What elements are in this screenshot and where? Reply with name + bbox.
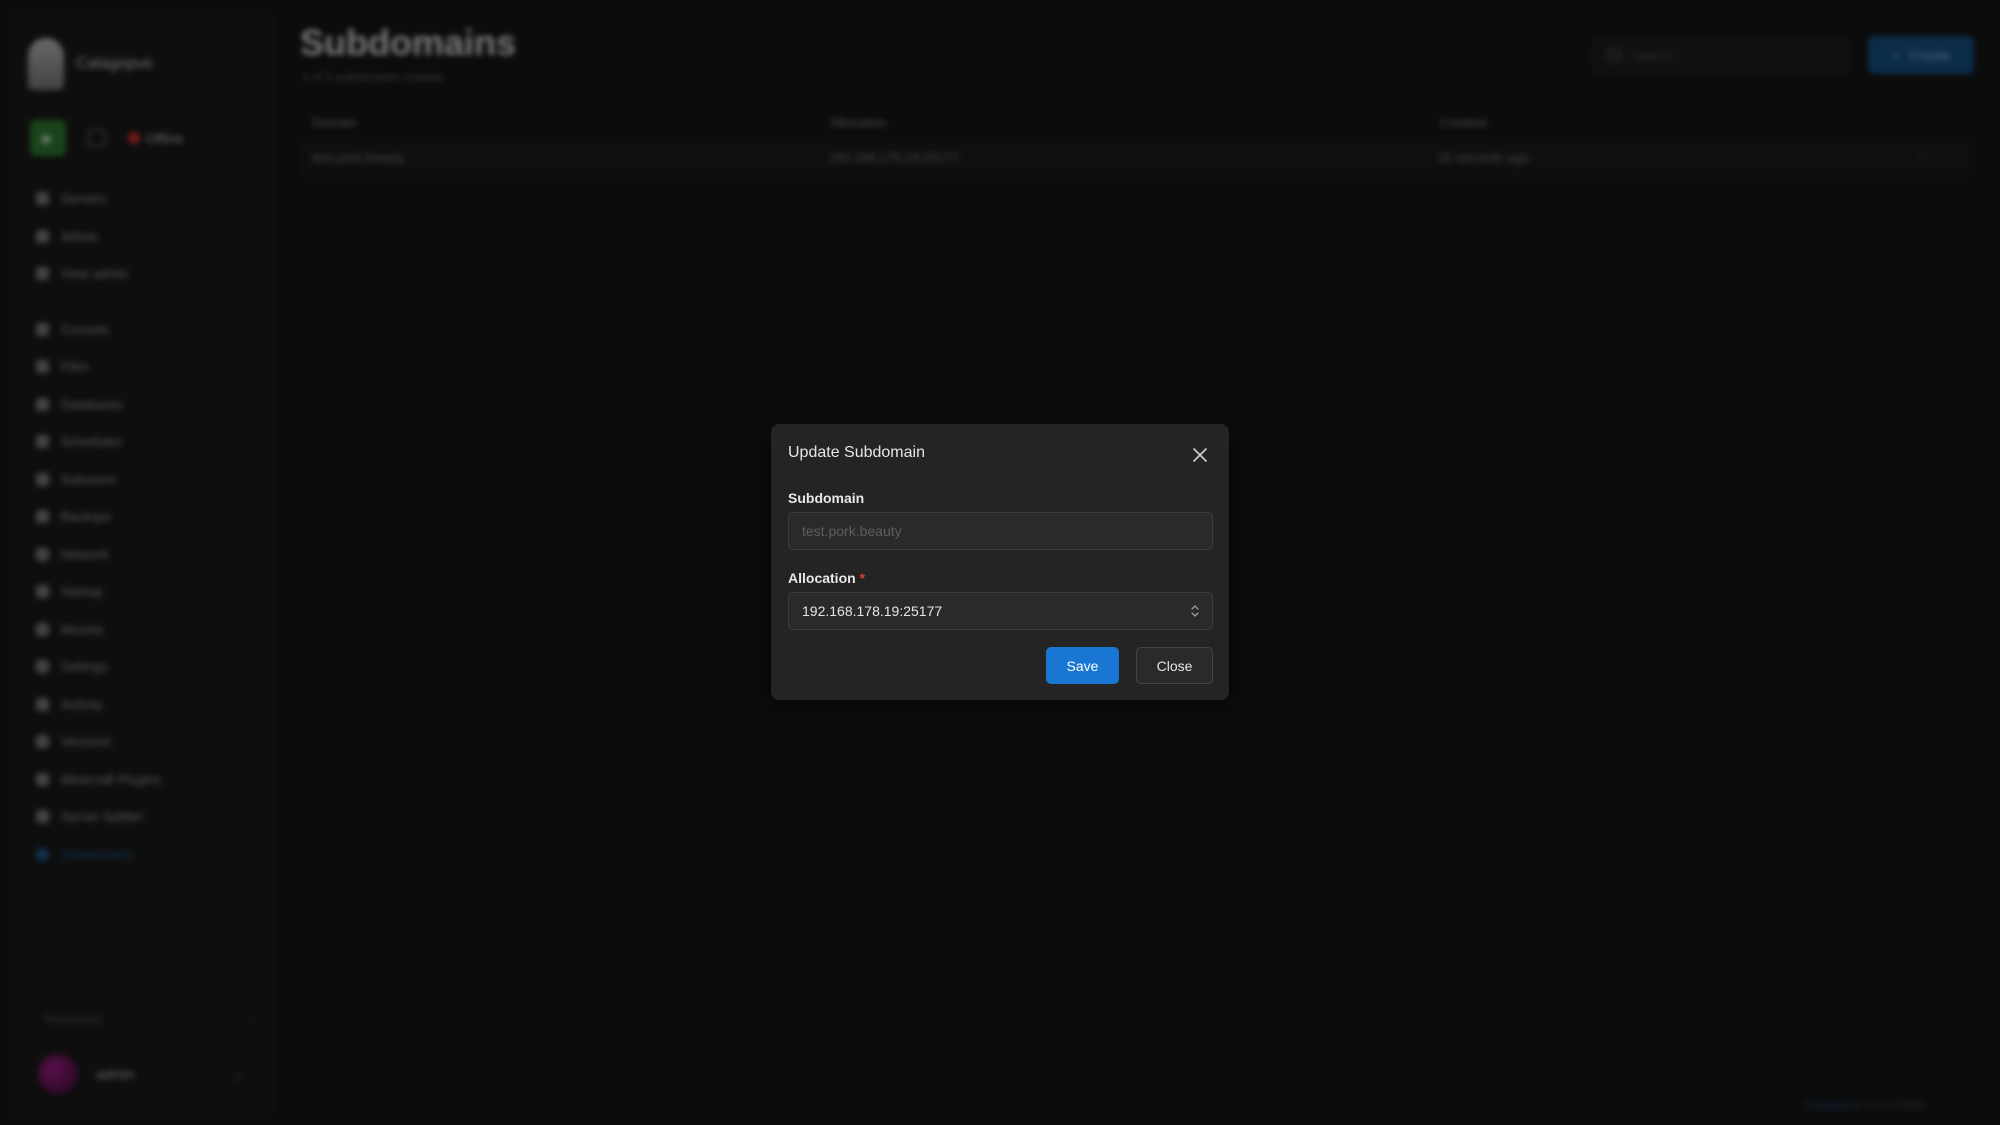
subdomain-input[interactable]: test.pork.beauty <box>788 512 1213 550</box>
allocation-value: 192.168.178.19:25177 <box>802 603 943 619</box>
update-subdomain-dialog: Update Subdomain Subdomain test.pork.bea… <box>771 424 1229 700</box>
save-button[interactable]: Save <box>1046 647 1119 684</box>
close-icon[interactable] <box>1189 444 1211 466</box>
allocation-select[interactable]: 192.168.178.19:25177 <box>788 592 1213 630</box>
dialog-title: Update Subdomain <box>788 444 925 461</box>
required-asterisk: * <box>859 570 866 586</box>
chevron-up-down-icon <box>1191 605 1199 617</box>
allocation-label: Allocation * <box>788 570 865 586</box>
allocation-label-text: Allocation <box>788 570 856 586</box>
subdomain-placeholder: test.pork.beauty <box>802 523 902 539</box>
subdomain-label: Subdomain <box>788 490 865 506</box>
close-button[interactable]: Close <box>1136 647 1213 684</box>
